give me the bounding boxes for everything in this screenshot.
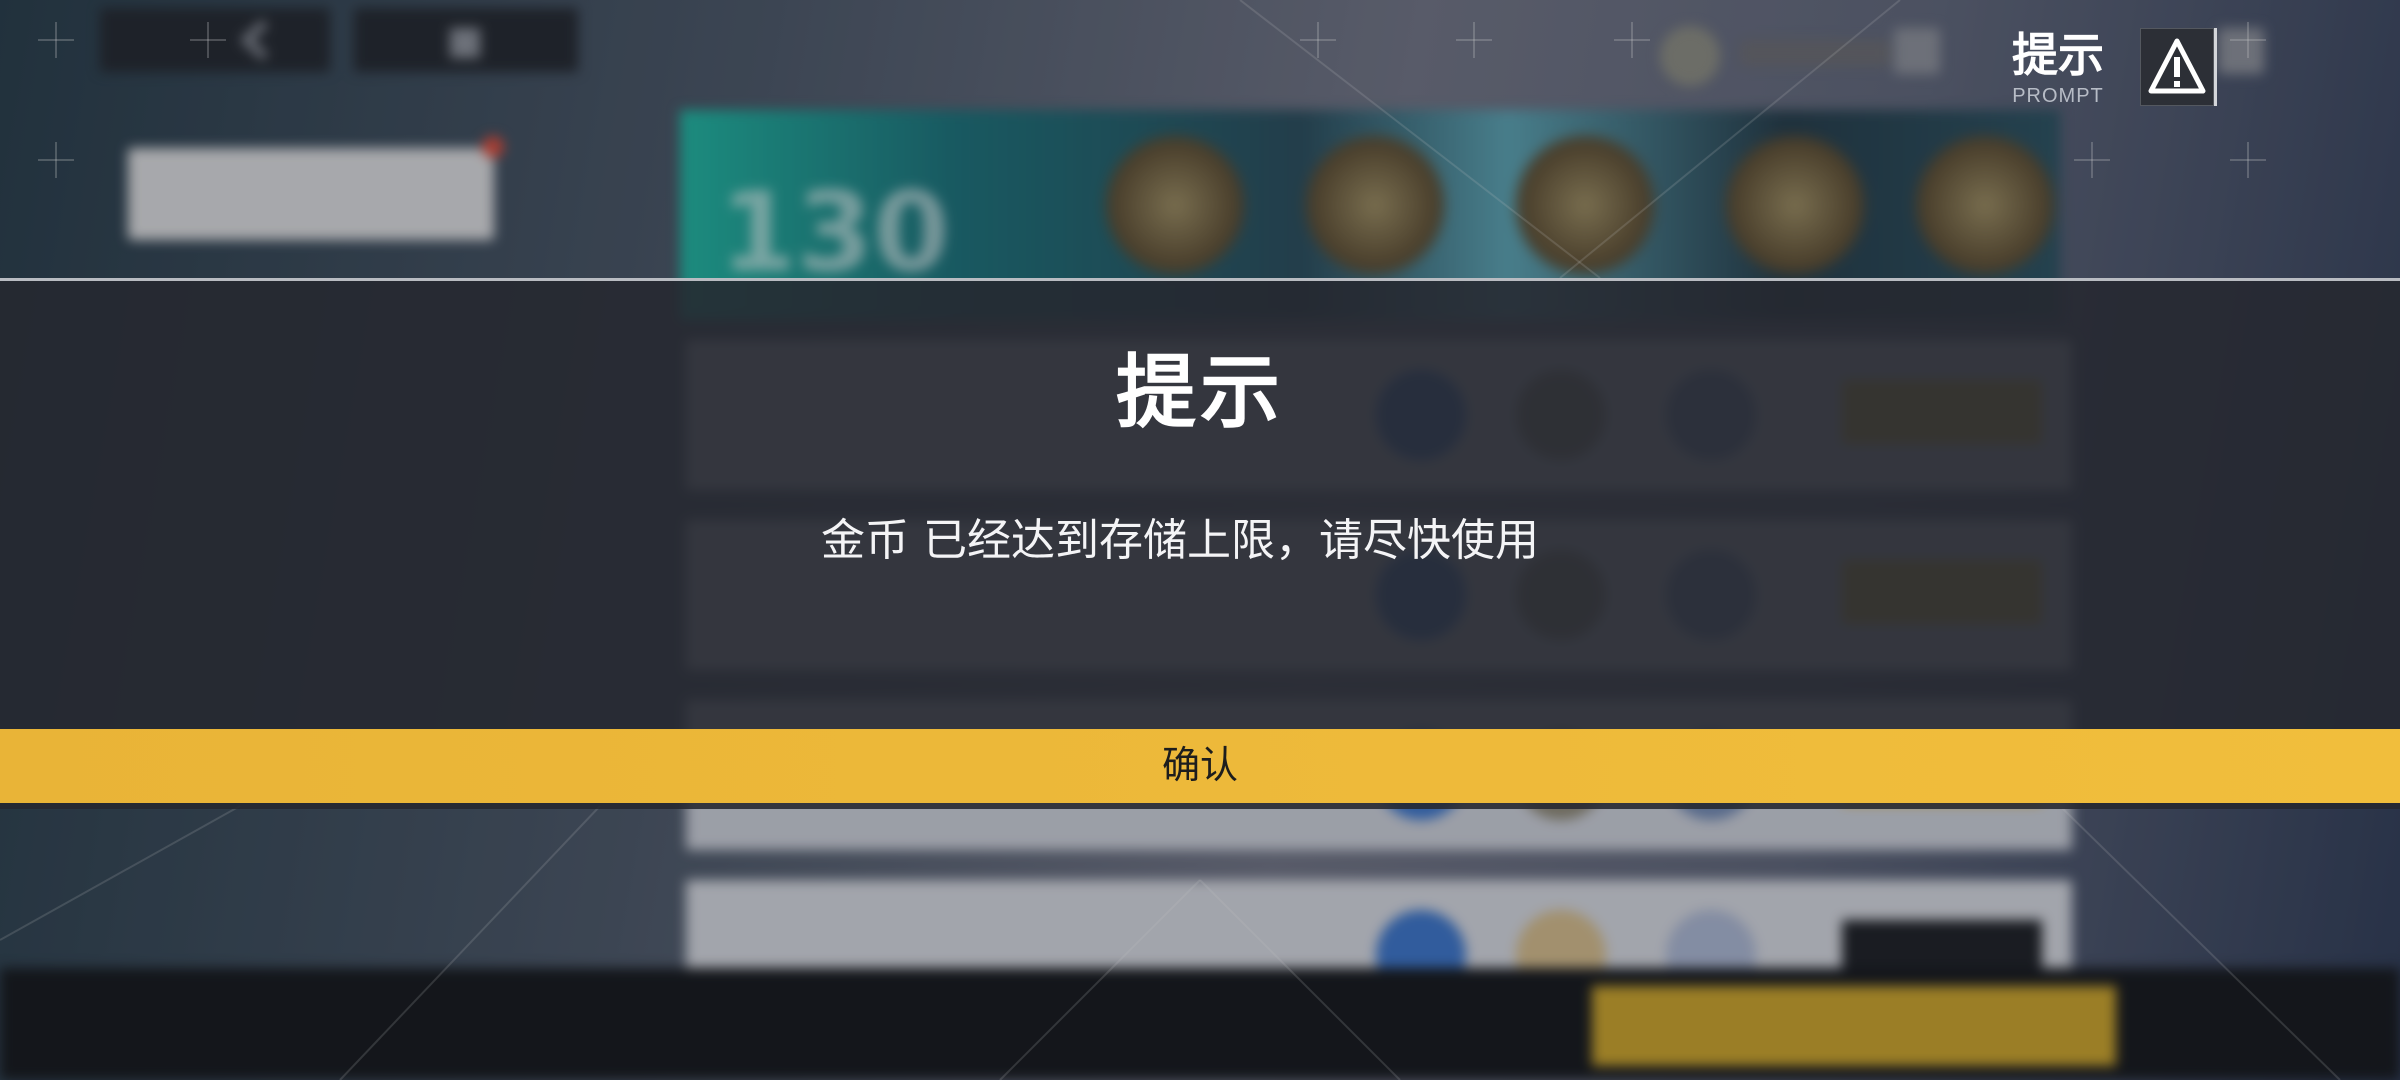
- prompt-title: 提示: [2012, 28, 2104, 82]
- game-screen: 130 提示 PROMPT 提示 金币 已经达到存储上限，请尽快使用 确认: [0, 0, 2400, 1080]
- confirm-button[interactable]: 确认: [0, 729, 2400, 803]
- dialog-title: 提示: [1116, 346, 1284, 439]
- header-divider: [2214, 28, 2217, 106]
- prompt-subtitle: PROMPT: [2012, 85, 2104, 107]
- prompt-header: 提示 PROMPT: [1998, 26, 2118, 108]
- confirm-button-label: 确认: [1161, 745, 1238, 787]
- dialog-message: 金币 已经达到存储上限，请尽快使用: [821, 515, 1539, 566]
- warning-badge: [2140, 28, 2214, 106]
- warning-triangle-icon: [2148, 38, 2206, 94]
